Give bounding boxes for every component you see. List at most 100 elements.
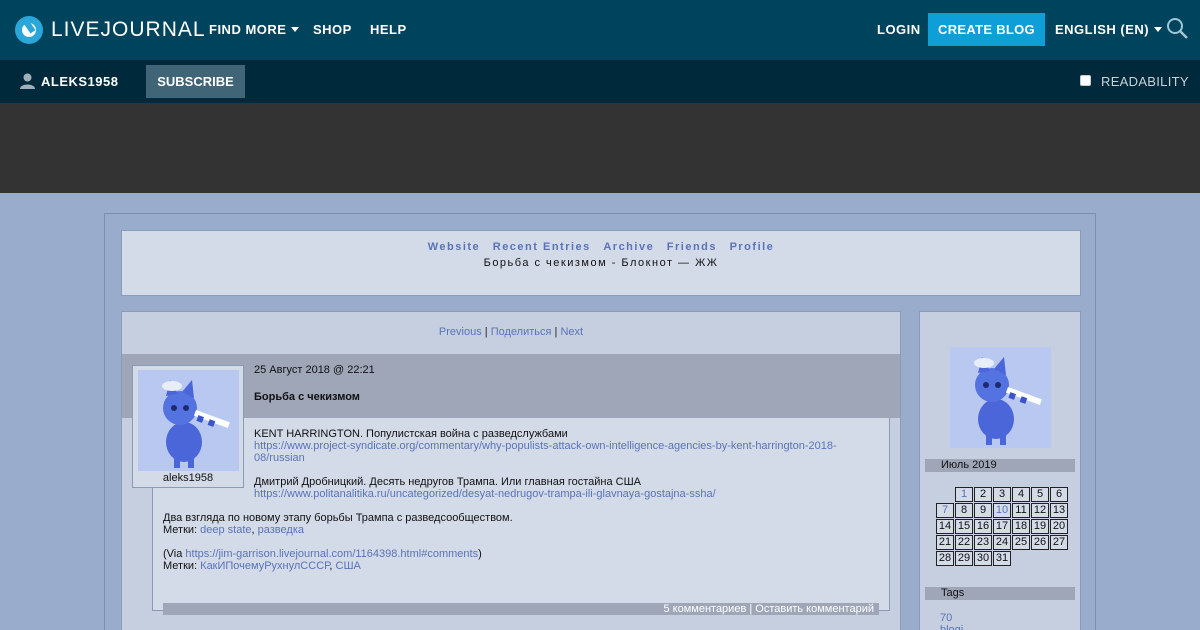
- login-link[interactable]: LOGIN: [877, 22, 921, 37]
- entry-body: KENT HARRINGTON. Популистская война с ра…: [152, 418, 890, 615]
- entry-subject[interactable]: Борьба с чекизмом: [254, 391, 360, 403]
- via-close: ): [478, 548, 482, 560]
- tag-link[interactable]: разведка: [258, 524, 304, 536]
- readability-label[interactable]: READABILITY: [1101, 74, 1189, 89]
- entry-paragraph: Дмитрий Дробницкий. Десять недругов Трам…: [254, 476, 642, 488]
- calendar-day: 31: [993, 551, 1011, 566]
- calendar-day: 17: [993, 519, 1011, 534]
- link-recent-entries[interactable]: Recent Entries: [493, 241, 591, 253]
- journal-header: Website Recent Entries Archive Friends P…: [121, 230, 1081, 296]
- subscribe-button[interactable]: SUBSCRIBE: [146, 65, 245, 98]
- calendar-day: 9: [974, 503, 992, 518]
- calendar-day[interactable]: 10: [993, 503, 1011, 518]
- journal-nav-links: Website Recent Entries Archive Friends P…: [122, 241, 1080, 253]
- calendar-week: 14 15 16 17 18 19 20: [936, 519, 1068, 534]
- calendar-day[interactable]: 1: [955, 487, 973, 502]
- journal-container: Website Recent Entries Archive Friends P…: [104, 213, 1096, 630]
- entry-link[interactable]: https://www.project-syndicate.org/commen…: [254, 440, 837, 452]
- comments-link[interactable]: 5 комментариев: [663, 603, 746, 615]
- entry-paragraph: KENT HARRINGTON. Популистская война с ра…: [254, 428, 568, 440]
- calendar-day[interactable]: 7: [936, 503, 954, 518]
- livejournal-logo-icon: [15, 16, 43, 44]
- calendar-day: 23: [974, 535, 992, 550]
- link-friends[interactable]: Friends: [667, 241, 717, 253]
- separator: |: [554, 326, 558, 338]
- calendar-day: 22: [955, 535, 973, 550]
- tag-link[interactable]: deep state: [200, 524, 251, 536]
- entry-paragraph: Два взгляда по новому этапу борьбы Трамп…: [163, 512, 513, 524]
- calendar-empty-cell: [936, 487, 954, 502]
- calendar-day: 29: [955, 551, 973, 566]
- leave-comment-link[interactable]: Оставить комментарий: [755, 603, 874, 615]
- logo-text: LIVEJOURNAL: [51, 18, 206, 41]
- tag-link[interactable]: США: [336, 560, 361, 572]
- separator: |: [749, 603, 753, 615]
- nav-find-more-label: FIND MORE: [209, 22, 287, 37]
- create-blog-button[interactable]: CREATE BLOG: [928, 13, 1045, 46]
- calendar-day: 25: [1012, 535, 1030, 550]
- calendar-week: 28 29 30 31: [936, 551, 1068, 566]
- kitten-userpic-image[interactable]: [950, 347, 1051, 448]
- entry-footer: 5 комментариев | Оставить комментарий: [163, 603, 879, 615]
- link-archive[interactable]: Archive: [603, 241, 654, 253]
- calendar-day: 3: [993, 487, 1011, 502]
- livejournal-logo[interactable]: LIVEJOURNAL: [15, 15, 206, 45]
- entry-column: Previous | Поделиться | Next 25 Август 2…: [121, 311, 901, 630]
- journal-title: Борьба с чекизмом - Блокнот — ЖЖ: [483, 257, 719, 269]
- calendar-day: 24: [993, 535, 1011, 550]
- nav-shop[interactable]: SHOP: [313, 22, 352, 37]
- calendar-day: 16: [974, 519, 992, 534]
- nav-find-more[interactable]: FIND MORE: [209, 22, 300, 37]
- readability-checkbox[interactable]: [1080, 75, 1091, 86]
- entry-tags: Метки: КакИПочемуРухнулСССР, США: [163, 560, 361, 572]
- calendar-day: 4: [1012, 487, 1030, 502]
- share-link[interactable]: Поделиться: [491, 326, 552, 338]
- ad-banner-area: [0, 103, 1200, 193]
- calendar-day: 14: [936, 519, 954, 534]
- entry-userpic[interactable]: aleks1958: [132, 365, 244, 488]
- search-icon[interactable]: [1166, 17, 1188, 39]
- entry-pagination: Previous | Поделиться | Next: [122, 326, 900, 338]
- language-selector[interactable]: ENGLISH (EN): [1055, 22, 1163, 37]
- entry-link[interactable]: 08/russian: [254, 452, 305, 464]
- previous-link[interactable]: Previous: [439, 326, 482, 338]
- nav-help[interactable]: HELP: [370, 22, 407, 37]
- via-link[interactable]: https://jim-garrison.livejournal.com/116…: [185, 548, 478, 560]
- link-website[interactable]: Website: [428, 241, 480, 253]
- tags-list: 70 blogi: [940, 612, 963, 630]
- calendar-day: 26: [1031, 535, 1049, 550]
- entry-link[interactable]: https://www.politanalitika.ru/uncategori…: [254, 488, 716, 500]
- tag-link[interactable]: КакИПочемуРухнулСССР: [200, 560, 329, 572]
- userpic-username[interactable]: aleks1958: [133, 472, 243, 484]
- calendar-day: 20: [1050, 519, 1068, 534]
- calendar-day: 2: [974, 487, 992, 502]
- entry-tags: Метки: deep state, разведка: [163, 524, 304, 536]
- chevron-down-icon: [291, 27, 300, 32]
- journal-subbar: ALEKS1958 SUBSCRIBE READABILITY: [0, 60, 1200, 103]
- calendar-day: 5: [1031, 487, 1049, 502]
- sidebar: Июль 2019 1 2 3 4 5 6 7 8 9 10 11 12 13 14 15 16 17 18 19 2…: [919, 311, 1081, 630]
- link-profile[interactable]: Profile: [730, 241, 775, 253]
- entry-via: (Via https://jim-garrison.livejournal.co…: [163, 548, 482, 560]
- tags-label: Метки:: [163, 560, 198, 572]
- calendar-day: 6: [1050, 487, 1068, 502]
- next-link[interactable]: Next: [560, 326, 583, 338]
- journal-username[interactable]: ALEKS1958: [41, 74, 118, 89]
- separator: |: [484, 326, 488, 338]
- calendar-day: 21: [936, 535, 954, 550]
- kitten-userpic-image: [138, 370, 239, 471]
- tags-label: Метки:: [163, 524, 198, 536]
- sidebar-tag-link[interactable]: blogi: [940, 624, 963, 630]
- user-icon: [20, 73, 35, 89]
- entry-date: 25 Август 2018 @ 22:21: [254, 364, 375, 376]
- via-open: (Via: [163, 548, 186, 560]
- calendar-table: 1 2 3 4 5 6 7 8 9 10 11 12 13 14 15 16 17 18 19 20 21 22 23 24 2…: [935, 486, 1069, 567]
- calendar-day: 18: [1012, 519, 1030, 534]
- tags-header: Tags: [925, 587, 1075, 600]
- calendar-day: 30: [974, 551, 992, 566]
- calendar-day: 27: [1050, 535, 1068, 550]
- sidebar-tag-link[interactable]: 70: [940, 612, 963, 624]
- calendar-week: 7 8 9 10 11 12 13: [936, 503, 1068, 518]
- chevron-down-icon: [1154, 27, 1163, 32]
- calendar-day: 12: [1031, 503, 1049, 518]
